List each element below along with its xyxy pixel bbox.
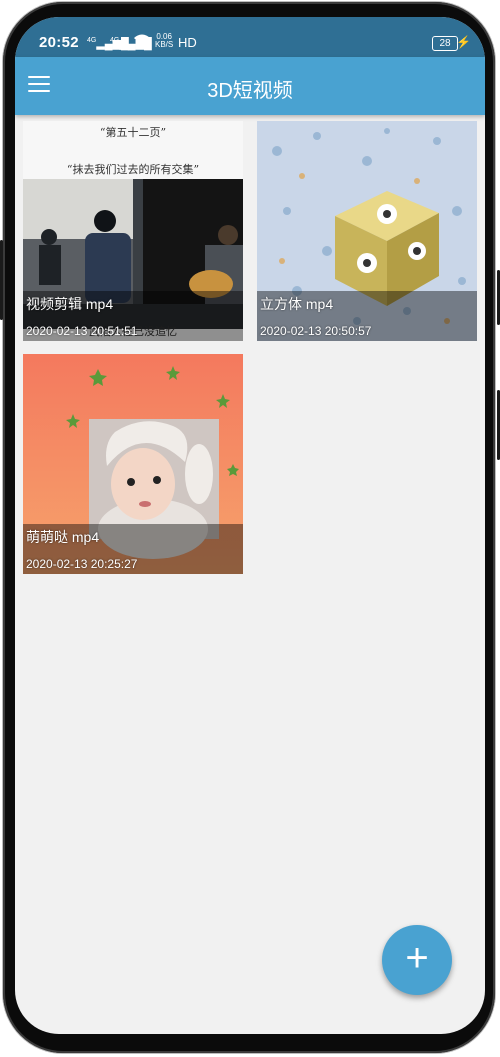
status-time: 20:52 bbox=[39, 34, 79, 51]
video-card-1[interactable]: “第五十二页” “抹去我们过去的所有交集” 武陷入往已没追忆 视频剪辑 mp4 … bbox=[23, 121, 243, 341]
battery-icon: 28 bbox=[432, 36, 458, 51]
video-card-2[interactable]: 立方体 mp4 2020-02-13 20:50:57 bbox=[257, 121, 477, 341]
thumbnail-caption-mid: “抹去我们过去的所有交集” bbox=[66, 163, 200, 176]
video-name: 萌萌哒 mp4 bbox=[26, 529, 100, 545]
plus-icon: + bbox=[405, 936, 429, 980]
app-title: 3D短视频 bbox=[207, 80, 293, 102]
app-bar: 3D短视频 bbox=[15, 57, 485, 115]
video-name: 立方体 mp4 bbox=[260, 296, 334, 312]
video-name: 视频剪辑 mp4 bbox=[26, 296, 114, 312]
hd-indicator: HD bbox=[178, 35, 197, 50]
video-time: 2020-02-13 20:51:51 bbox=[26, 324, 138, 338]
network-speed: 0.06 KB/S bbox=[155, 32, 174, 49]
thumbnail-caption-top: “第五十二页” bbox=[99, 126, 167, 139]
video-time: 2020-02-13 20:50:57 bbox=[260, 324, 372, 338]
charging-icon: ⚡ bbox=[456, 35, 471, 49]
screen: 20:52 4G▂▄▆█ 4G▂▄▆█ 0.06 KB/S HD 28 ⚡ 3D… bbox=[15, 17, 485, 1034]
video-time: 2020-02-13 20:25:27 bbox=[26, 557, 138, 571]
status-bar: 20:52 4G▂▄▆█ 4G▂▄▆█ 0.06 KB/S HD 28 ⚡ bbox=[15, 17, 485, 57]
add-video-button[interactable]: + bbox=[382, 925, 452, 995]
wifi-icon bbox=[133, 33, 151, 51]
video-card-3[interactable]: 萌萌哒 mp4 2020-02-13 20:25:27 bbox=[23, 354, 243, 574]
phone-side-button-left bbox=[0, 240, 3, 320]
